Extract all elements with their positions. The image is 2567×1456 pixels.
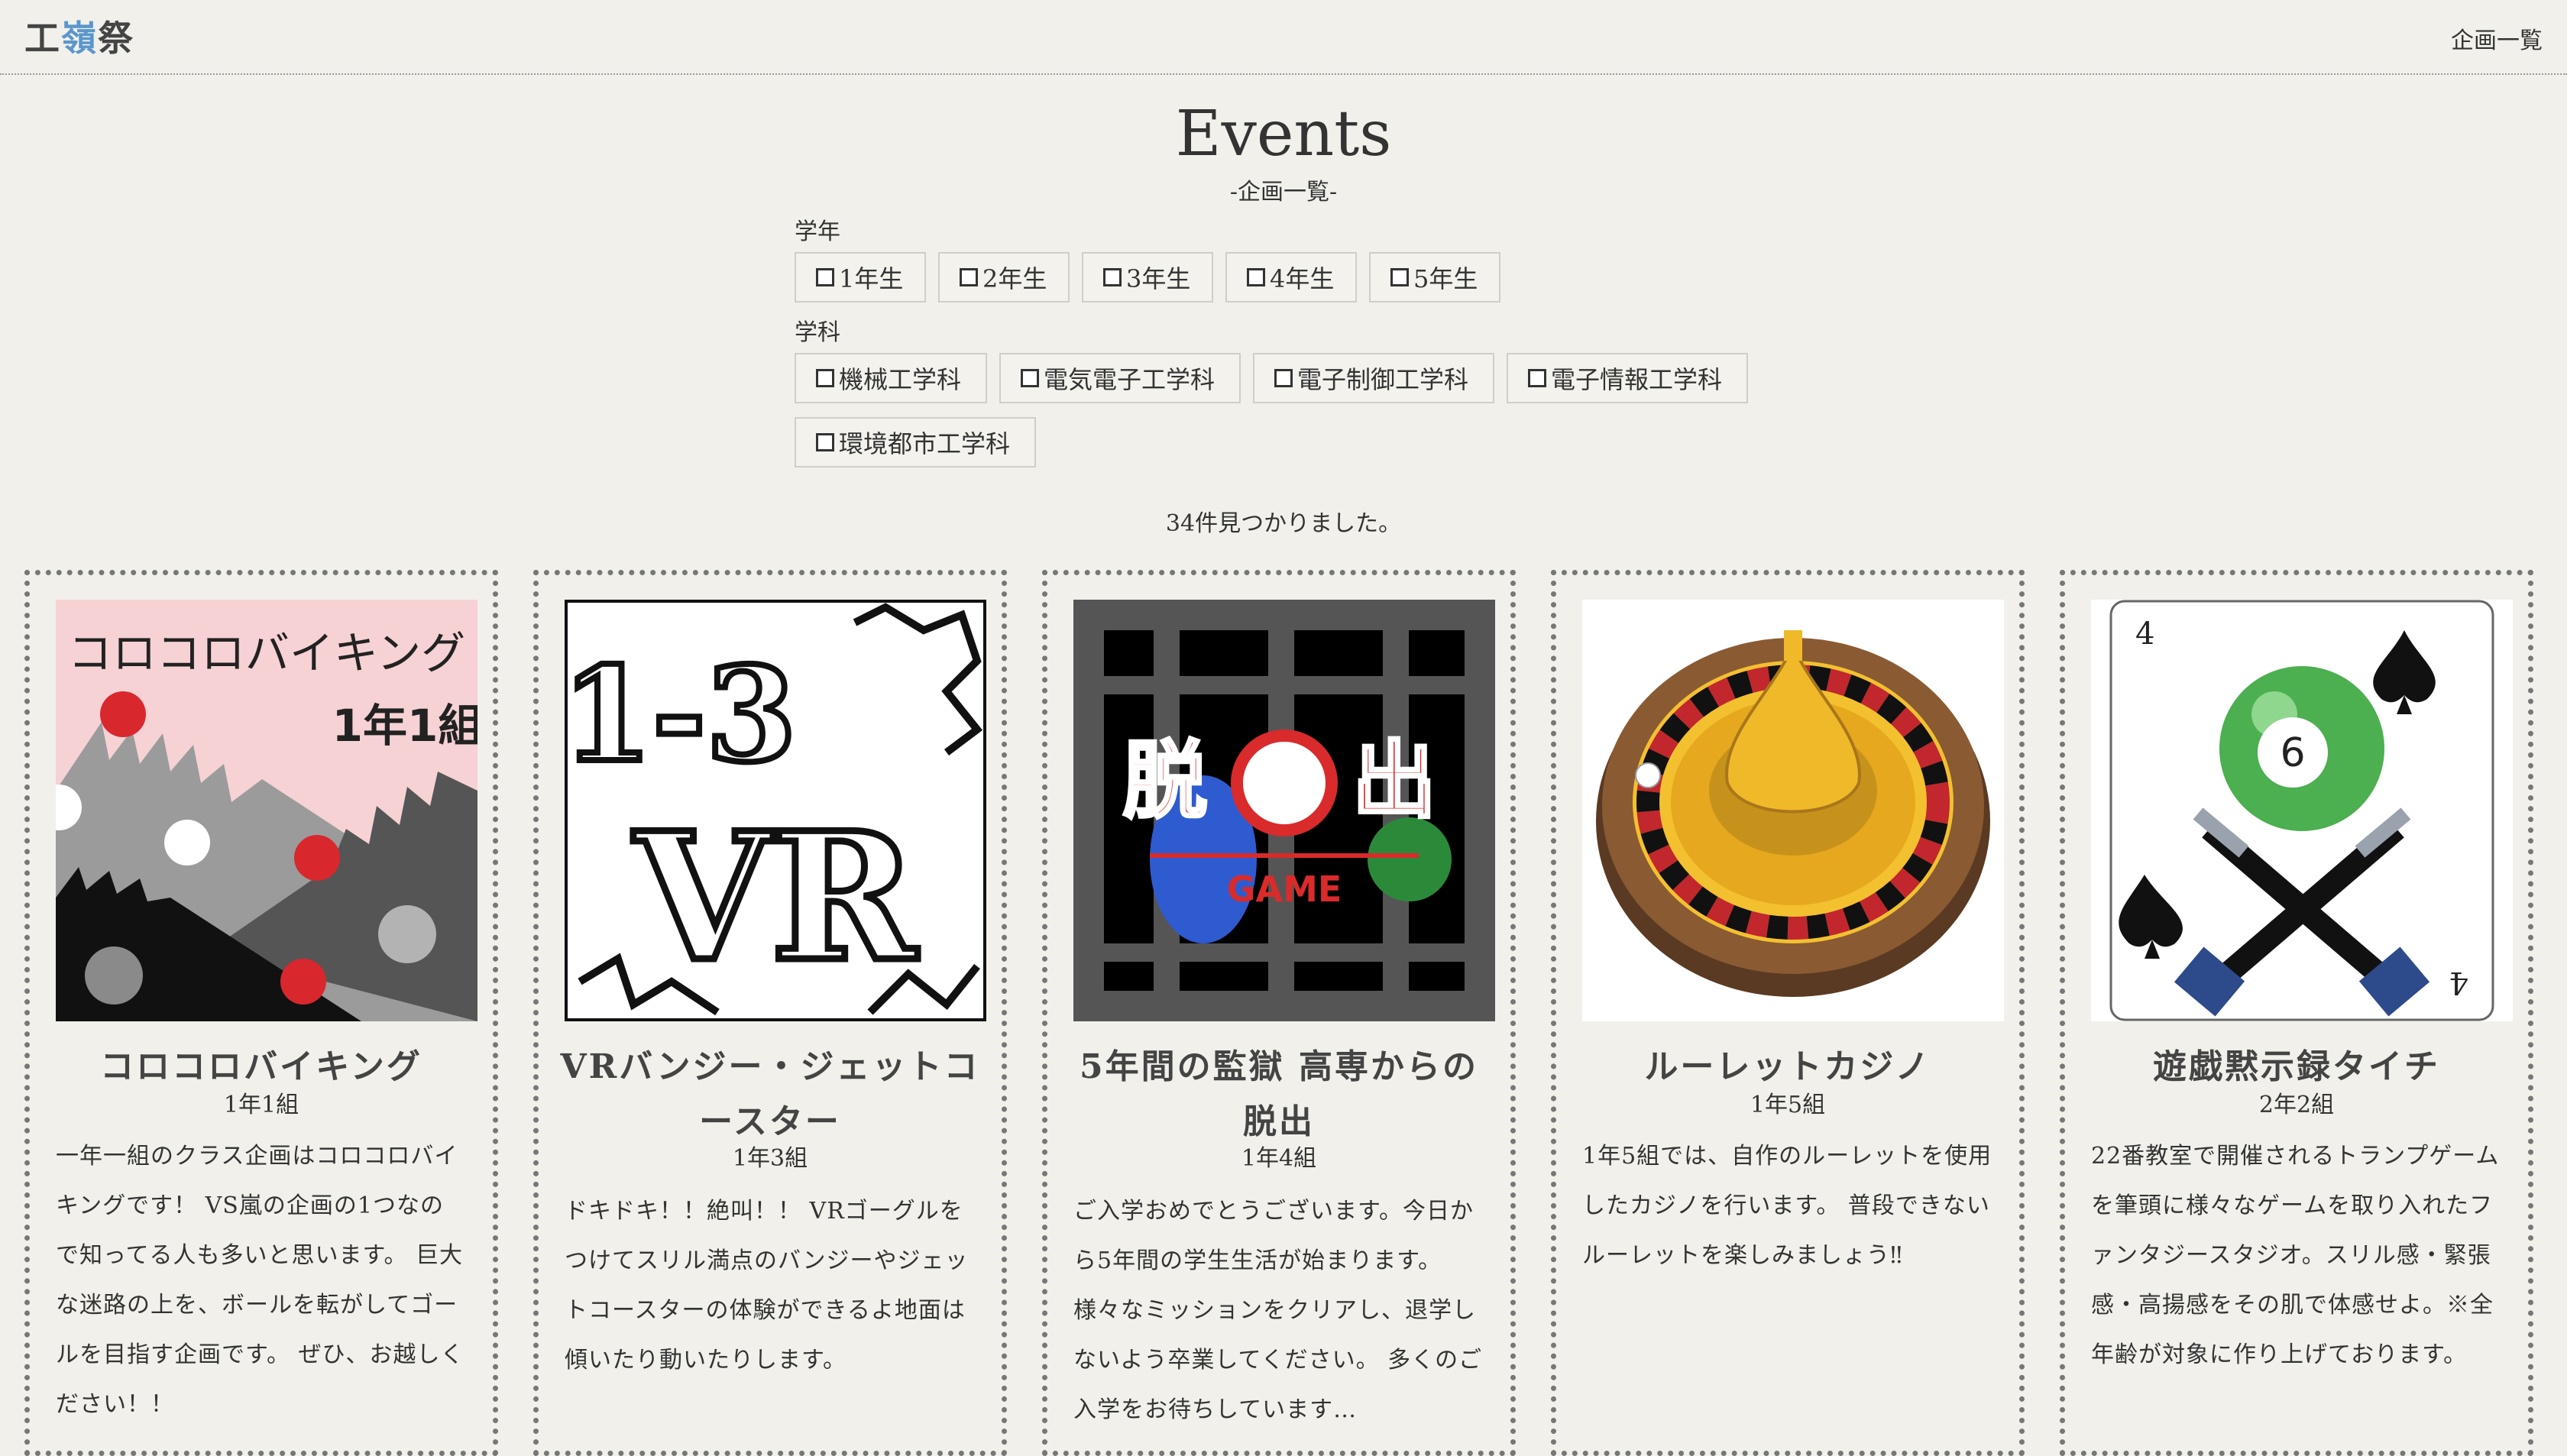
thumbnail-text: 4 bbox=[2135, 616, 2154, 652]
thumbnail-text: 出 bbox=[1352, 732, 1436, 830]
dept-filter-civil[interactable]: 環境都市工学科 bbox=[795, 417, 1036, 468]
event-card[interactable]: 脱 出 GAME 5年間の監獄 高専からの脱出 1年4組 ご入学おめでとうござい… bbox=[1042, 570, 1516, 1456]
event-description: 一年一組のクラス企画はコロコロバイキングです！ VS嵐の企画の1つなので知ってる… bbox=[56, 1143, 465, 1418]
event-thumbnail: 1-3 VR bbox=[565, 600, 986, 1021]
thumbnail-text: 6 bbox=[2280, 730, 2305, 776]
page-title: Events bbox=[1175, 98, 1392, 170]
checkbox[interactable] bbox=[1247, 268, 1265, 286]
event-title[interactable]: 5年間の監獄 高専からの脱出 bbox=[1063, 1040, 1495, 1150]
event-thumbnail bbox=[1582, 600, 2004, 1021]
thumbnail-text: GAME bbox=[1227, 869, 1342, 910]
checkbox[interactable] bbox=[1021, 369, 1039, 387]
event-description: 1年5組では、自作のルーレットを使用したカジノを行います。 普段できないルーレッ… bbox=[1582, 1143, 1992, 1269]
event-class: 1年1組 bbox=[223, 1092, 299, 1118]
event-description: 22番教室で開催されるトランプゲームを筆頭に様々なゲームを取り入れたファンタジー… bbox=[2091, 1143, 2500, 1368]
thumbnail-text: VR bbox=[633, 794, 918, 1001]
thumbnail-text: 1-3 bbox=[565, 639, 797, 791]
event-thumbnail: 4 4 6 bbox=[2091, 600, 2513, 1021]
grade-filter-4[interactable]: 4年生 bbox=[1225, 252, 1357, 303]
event-card[interactable]: 4 4 6 遊戯黙示録タイチ 2年2組 22番教室で開催されるトランプゲームを筆… bbox=[2060, 570, 2533, 1456]
checkbox[interactable] bbox=[816, 369, 834, 387]
site-header: 工嶺祭 企画一覧 bbox=[0, 0, 2567, 75]
event-description: ご入学おめでとうございます。今日から5年間の学生生活が始まります。 様々なミッシ… bbox=[1073, 1198, 1483, 1423]
checkbox[interactable] bbox=[960, 268, 978, 286]
event-class: 1年3組 bbox=[732, 1145, 808, 1172]
thumbnail-text: 4 bbox=[2449, 965, 2468, 1000]
thumbnail-text: 1年1組 bbox=[332, 700, 477, 752]
event-class: 1年4組 bbox=[1241, 1145, 1317, 1172]
department-filter-label: 学科 bbox=[795, 319, 840, 346]
grade-filter-5[interactable]: 5年生 bbox=[1369, 252, 1500, 303]
checkbox[interactable] bbox=[1528, 369, 1546, 387]
thumbnail-text: コロコロバイキング bbox=[68, 627, 465, 679]
event-class: 2年2組 bbox=[2258, 1092, 2335, 1118]
checkbox[interactable] bbox=[1274, 369, 1293, 387]
checkbox[interactable] bbox=[816, 433, 834, 451]
grade-filter-2[interactable]: 2年生 bbox=[938, 252, 1070, 303]
checkbox[interactable] bbox=[1390, 268, 1409, 286]
grade-filter-label: 学年 bbox=[795, 218, 840, 245]
event-class: 1年5組 bbox=[1750, 1092, 1826, 1118]
dept-filter-electrical[interactable]: 電気電子工学科 bbox=[999, 353, 1241, 403]
event-description: ドキドキ！！絶叫！！ VRゴーグルをつけてスリル満点のバンジーやジェットコースタ… bbox=[565, 1198, 969, 1373]
dept-filter-information[interactable]: 電子情報工学科 bbox=[1507, 353, 1748, 403]
grade-filter-1[interactable]: 1年生 bbox=[795, 252, 926, 303]
thumbnail-text: 脱 bbox=[1123, 732, 1207, 830]
dept-filter-control[interactable]: 電子制御工学科 bbox=[1253, 353, 1494, 403]
checkbox[interactable] bbox=[1103, 268, 1122, 286]
nav-events-link[interactable]: 企画一覧 bbox=[2451, 21, 2543, 55]
page-subtitle: -企画一覧- bbox=[1229, 179, 1338, 205]
event-title[interactable]: VRバンジー・ジェットコースター bbox=[554, 1040, 986, 1150]
event-thumbnail: コロコロバイキング 1年1組 bbox=[56, 600, 477, 1021]
event-thumbnail: 脱 出 GAME bbox=[1073, 600, 1495, 1021]
event-card[interactable]: コロコロバイキング 1年1組 コロコロバイキング 1年1組 一年一組のクラス企画… bbox=[24, 570, 498, 1456]
result-count: 34件見つかりました。 bbox=[1165, 510, 1402, 537]
dept-filter-mechanical[interactable]: 機械工学科 bbox=[795, 353, 987, 403]
checkbox[interactable] bbox=[816, 268, 834, 286]
event-card[interactable]: 1-3 VR VRバンジー・ジェットコースター 1年3組 ドキドキ！！絶叫！！ … bbox=[533, 570, 1007, 1456]
grade-filter-3[interactable]: 3年生 bbox=[1082, 252, 1213, 303]
site-logo[interactable]: 工嶺祭 bbox=[24, 11, 134, 61]
event-card[interactable]: ルーレットカジノ 1年5組 1年5組では、自作のルーレットを使用したカジノを行い… bbox=[1551, 570, 2025, 1456]
